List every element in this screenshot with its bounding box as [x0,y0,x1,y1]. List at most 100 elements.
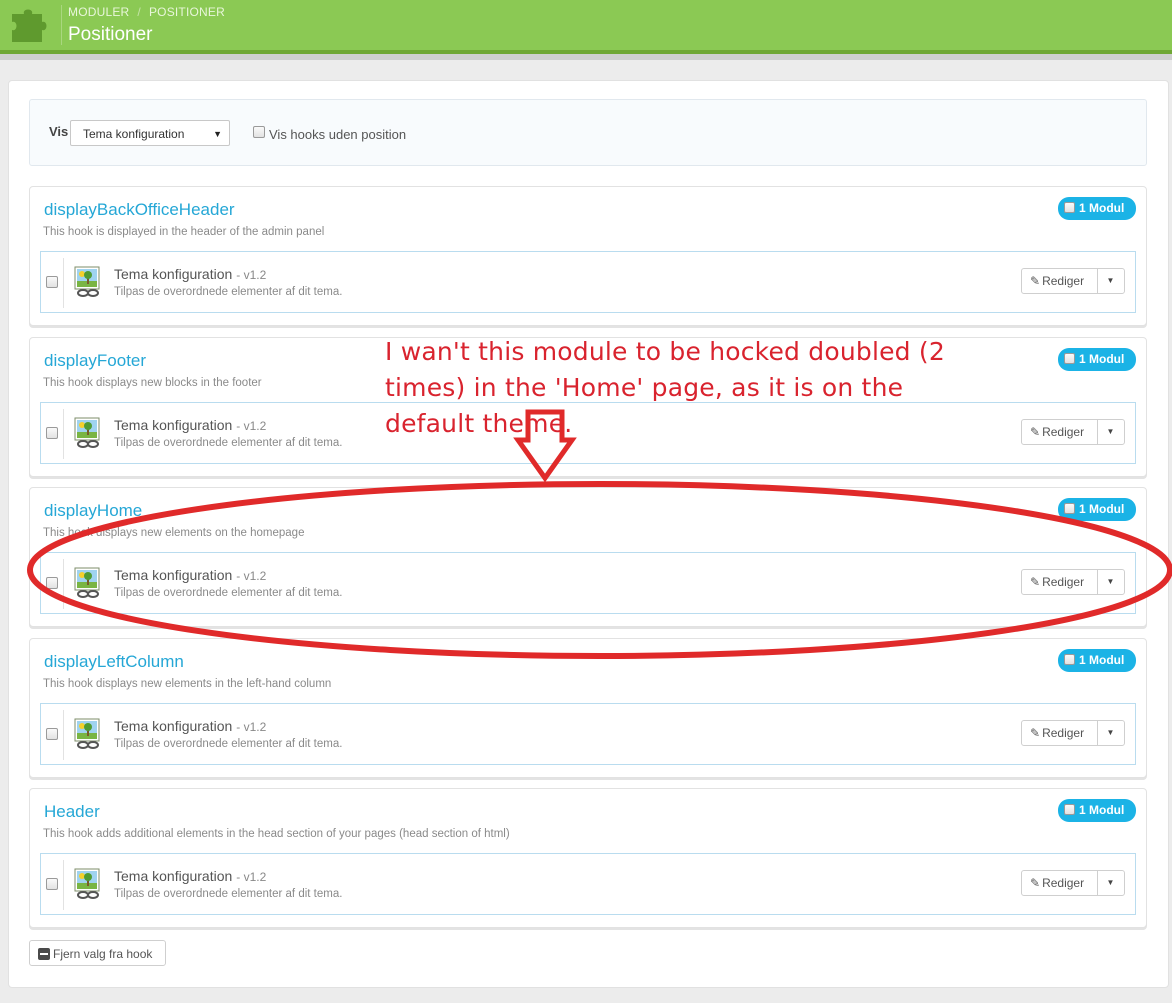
badge-label: 1 Modul [1079,502,1125,516]
edit-button-group: ✎ Rediger ▼ [1021,569,1125,595]
module-name: Tema konfiguration - v1.2 [114,868,266,884]
module-checkbox[interactable] [46,878,58,890]
edit-button-label: Rediger [1042,726,1085,740]
module-count-badge[interactable]: 1 Modul [1058,498,1136,521]
pencil-icon: ✎ [1030,876,1041,890]
hook-panel-header: Header This hook adds additional element… [29,788,1147,928]
minus-square-icon [38,948,50,960]
hook-title[interactable]: displayBackOfficeHeader [44,200,235,220]
edit-button[interactable]: ✎ Rediger [1022,570,1098,594]
caret-down-icon: ▼ [1106,577,1115,586]
edit-button-label: Rediger [1042,876,1085,890]
edit-button-label: Rediger [1042,425,1085,439]
edit-button[interactable]: ✎ Rediger [1022,871,1098,895]
edit-dropdown-toggle[interactable]: ▼ [1097,871,1124,895]
module-description: Tilpas de overordnede elementer af dit t… [114,888,343,900]
module-name-text: Tema konfiguration [114,868,233,884]
module-image-icon [74,266,100,297]
edit-button-label: Rediger [1042,575,1085,589]
edit-button-group: ✎ Rediger ▼ [1021,870,1125,896]
row-separator [63,559,64,609]
breadcrumb-separator: / [137,5,141,19]
module-name-text: Tema konfiguration [114,567,233,583]
row-separator [63,710,64,760]
badge-checkbox[interactable] [1064,654,1075,665]
hook-title[interactable]: Header [44,802,100,822]
annotation-text: I wan't this module to be hocked doubled… [385,337,945,438]
pencil-icon: ✎ [1030,425,1041,439]
pencil-icon: ✎ [1030,575,1041,589]
module-checkbox[interactable] [46,577,58,589]
hook-title[interactable]: displayFooter [44,351,146,371]
module-count-badge[interactable]: 1 Modul [1058,649,1136,672]
row-separator [63,258,64,308]
hook-description: This hook is displayed in the header of … [43,226,325,238]
module-description: Tilpas de overordnede elementer af dit t… [114,286,343,298]
module-checkbox[interactable] [46,276,58,288]
module-row: Tema konfiguration - v1.2 Tilpas de overo… [40,251,1136,313]
remove-from-hook-label: Fjern valg fra hook [53,947,153,961]
edit-dropdown-toggle[interactable]: ▼ [1097,570,1124,594]
module-version: - v1.2 [236,569,267,583]
puzzle-piece-icon [12,9,47,42]
edit-dropdown-toggle[interactable]: ▼ [1097,420,1124,444]
badge-checkbox[interactable] [1064,804,1075,815]
module-name-text: Tema konfiguration [114,266,233,282]
edit-dropdown-toggle[interactable]: ▼ [1097,721,1124,745]
hook-description: This hook displays new elements in the l… [43,678,332,690]
hook-title[interactable]: displayHome [44,501,142,521]
caret-down-icon: ▼ [213,129,222,139]
edit-button[interactable]: ✎ Rediger [1022,721,1098,745]
caret-down-icon: ▼ [1106,728,1115,737]
edit-button-group: ✎ Rediger ▼ [1021,268,1125,294]
module-description: Tilpas de overordnede elementer af dit t… [114,738,343,750]
module-count-badge[interactable]: 1 Modul [1058,799,1136,822]
module-checkbox[interactable] [46,427,58,439]
module-count-badge[interactable]: 1 Modul [1058,197,1136,220]
row-separator [63,860,64,910]
header-separator [61,5,62,45]
caret-down-icon: ▼ [1106,427,1115,436]
breadcrumb-item-positioner[interactable]: POSITIONER [149,5,225,19]
module-name-text: Tema konfiguration [114,718,233,734]
edit-button[interactable]: ✎ Rediger [1022,269,1098,293]
row-separator [63,409,64,459]
edit-dropdown-toggle[interactable]: ▼ [1097,269,1124,293]
module-description: Tilpas de overordnede elementer af dit t… [114,437,343,449]
hook-description: This hook displays new blocks in the foo… [43,377,262,389]
badge-checkbox[interactable] [1064,503,1075,514]
badge-checkbox[interactable] [1064,353,1075,364]
module-count-badge[interactable]: 1 Modul [1058,348,1136,371]
badge-checkbox[interactable] [1064,202,1075,213]
module-name: Tema konfiguration - v1.2 [114,417,266,433]
module-image-icon [74,417,100,448]
module-version: - v1.2 [236,268,267,282]
breadcrumb: MODULER / POSITIONER [68,5,225,19]
module-image-icon [74,868,100,899]
theme-select[interactable]: Tema konfiguration ▼ [70,120,230,146]
breadcrumb-item-moduler[interactable]: MODULER [68,5,129,19]
module-name-text: Tema konfiguration [114,417,233,433]
module-version: - v1.2 [236,720,267,734]
page-title: Positioner [68,24,153,45]
hook-description: This hook adds additional elements in th… [43,828,510,840]
module-description: Tilpas de overordnede elementer af dit t… [114,587,343,599]
badge-label: 1 Modul [1079,201,1125,215]
remove-from-hook-button[interactable]: Fjern valg fra hook [29,940,166,966]
edit-button-group: ✎ Rediger ▼ [1021,419,1125,445]
theme-select-value: Tema konfiguration [83,127,185,141]
edit-button[interactable]: ✎ Rediger [1022,420,1098,444]
show-hooks-label: Vis hooks uden position [269,127,407,142]
hook-title[interactable]: displayLeftColumn [44,652,184,672]
module-checkbox[interactable] [46,728,58,740]
module-name: Tema konfiguration - v1.2 [114,266,266,282]
hook-panel-displayhome: displayHome This hook displays new eleme… [29,487,1147,627]
badge-label: 1 Modul [1079,803,1125,817]
filter-label: Vis [49,124,69,139]
show-hooks-checkbox[interactable] [253,126,265,138]
module-row: Tema konfiguration - v1.2 Tilpas de overo… [40,703,1136,765]
hook-description: This hook displays new elements on the h… [43,527,305,539]
hook-panel-displaybackofficeheader: displayBackOfficeHeader This hook is dis… [29,186,1147,326]
hook-panel-displayleftcolumn: displayLeftColumn This hook displays new… [29,638,1147,778]
module-version: - v1.2 [236,419,267,433]
